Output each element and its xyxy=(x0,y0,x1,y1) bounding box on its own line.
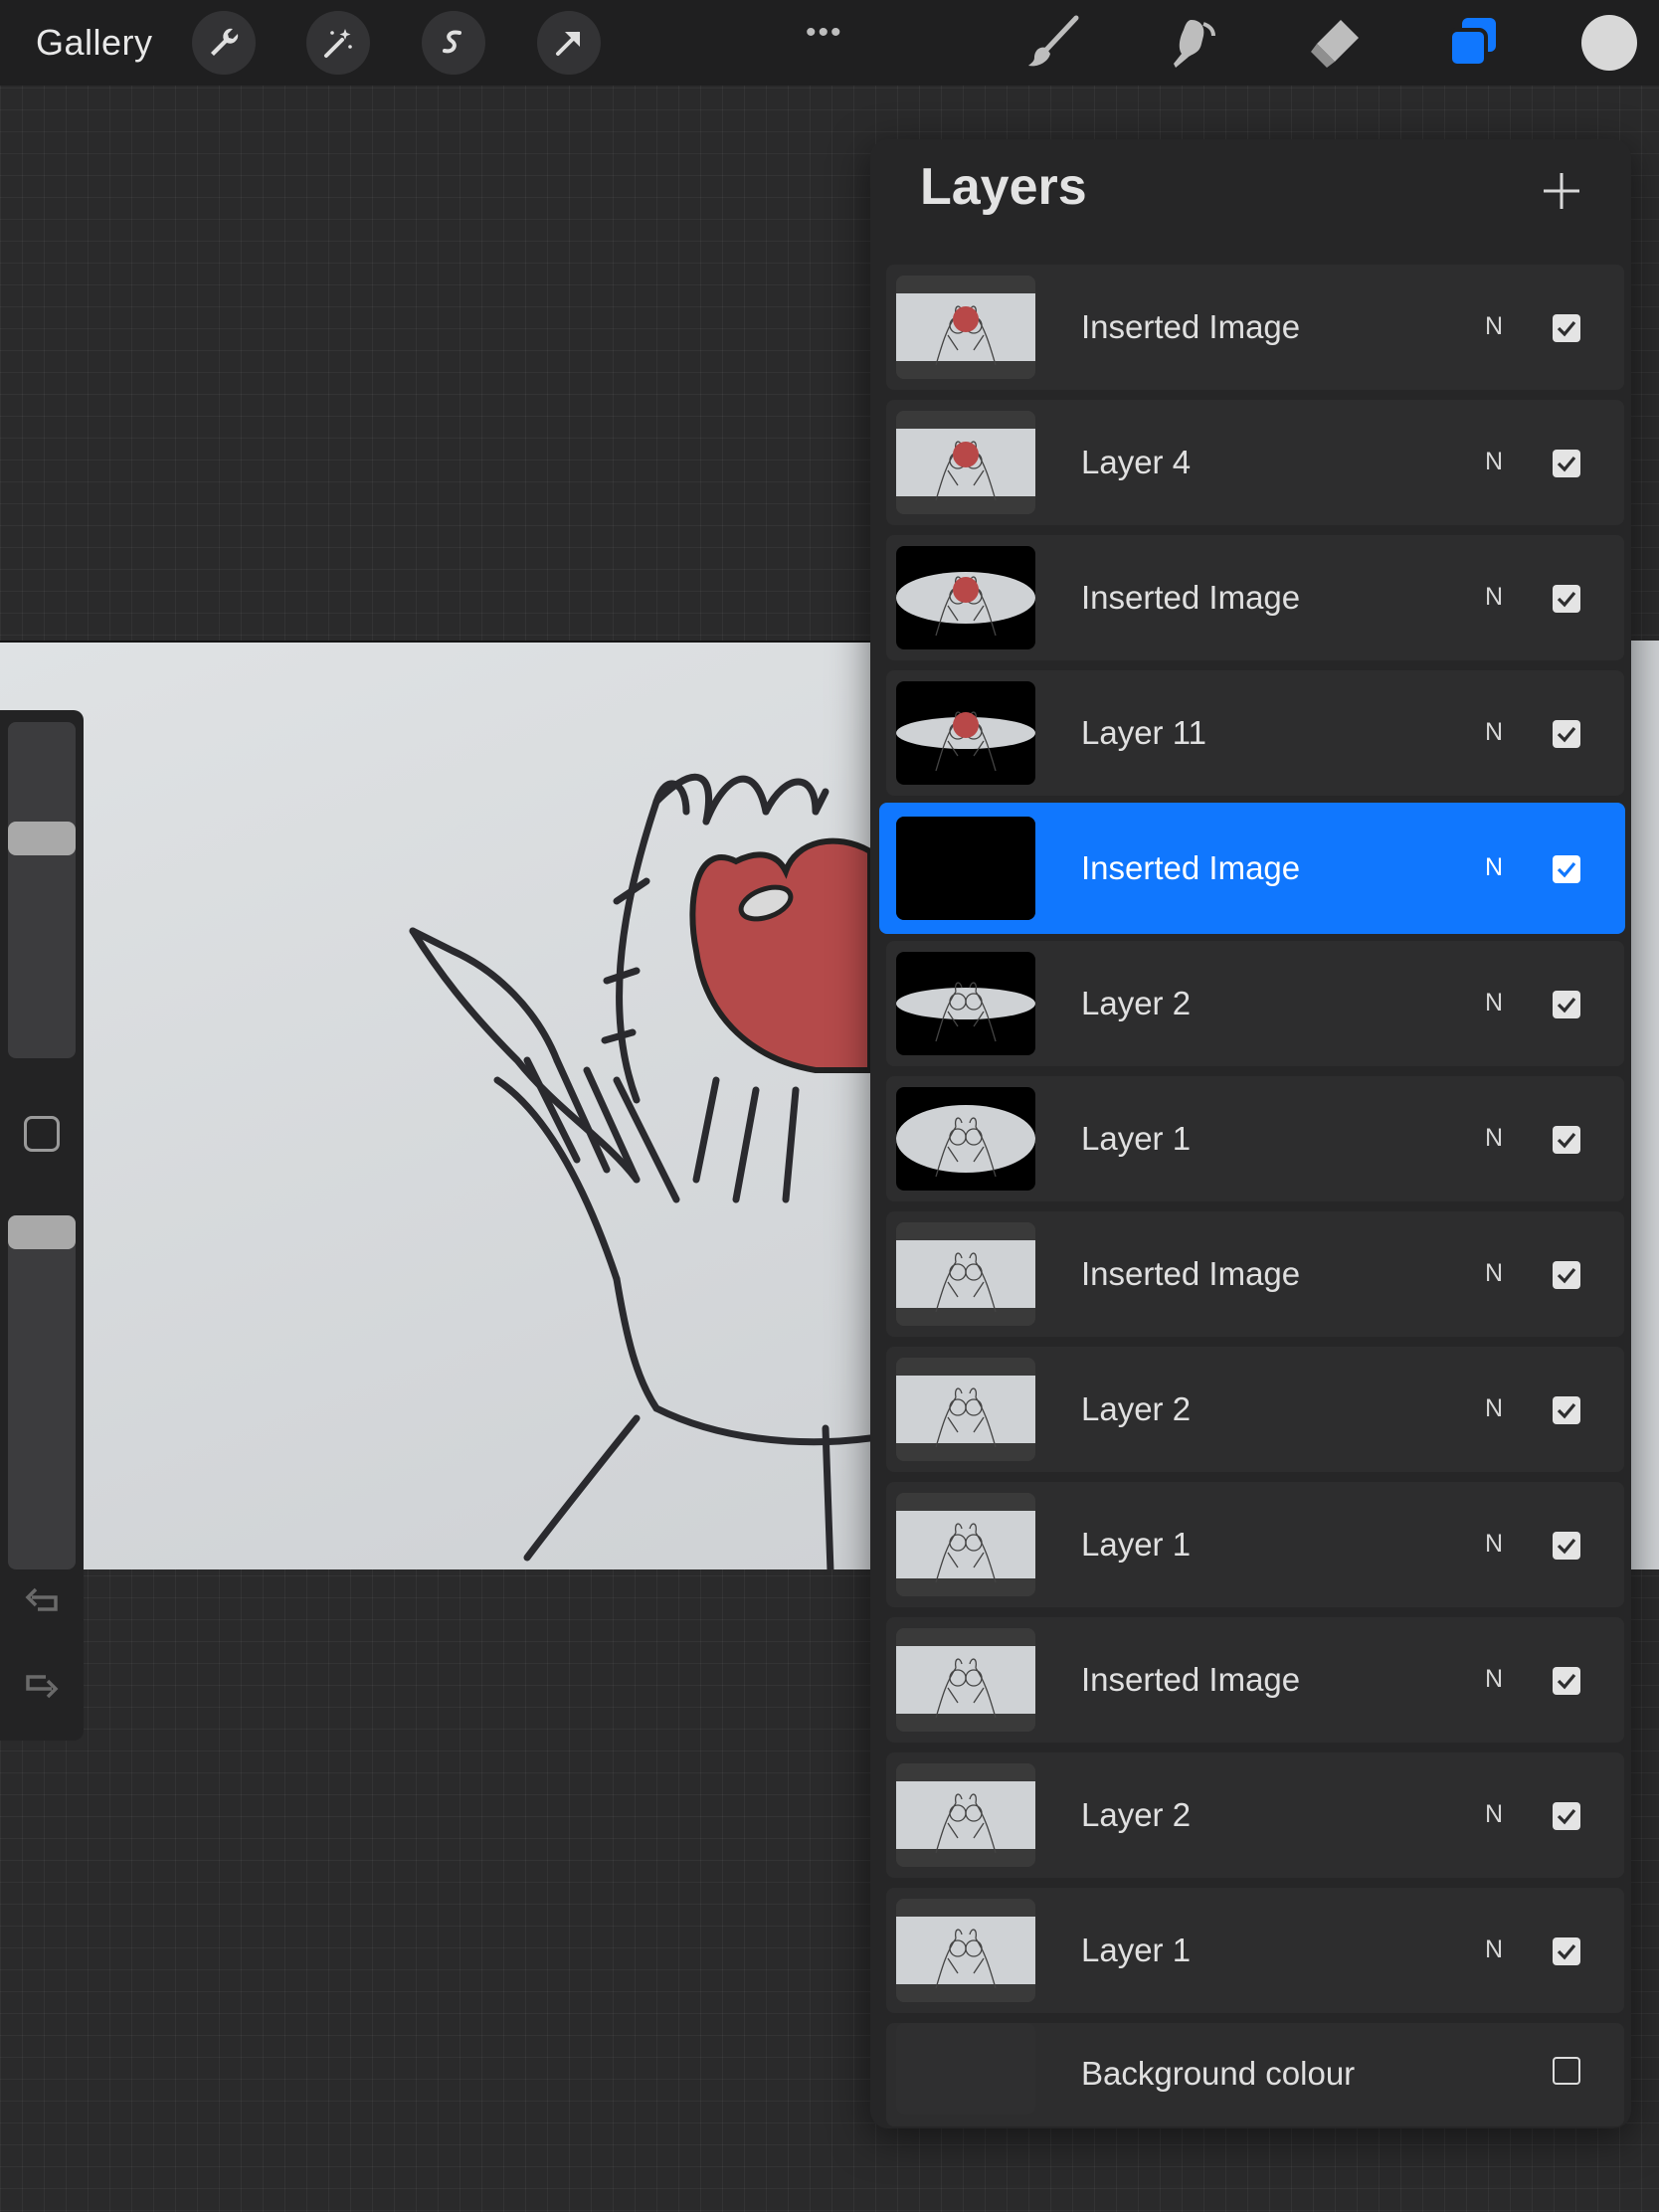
layer-name: Layer 1 xyxy=(1081,1932,1192,1968)
opacity-slider[interactable] xyxy=(8,1215,76,1569)
modifier-button[interactable] xyxy=(24,1116,60,1152)
layer-name: Inserted Image xyxy=(1081,579,1301,616)
layer-row[interactable]: Layer 2 N xyxy=(886,941,1624,1066)
visibility-checkbox[interactable] xyxy=(1553,314,1580,342)
layer-name: Layer 2 xyxy=(1081,1390,1192,1427)
layers-panel-title: Layers xyxy=(920,158,1087,216)
blend-mode-button[interactable]: N xyxy=(1485,583,1503,612)
layer-thumbnail[interactable] xyxy=(896,546,1035,649)
blend-mode-button[interactable]: N xyxy=(1485,1394,1503,1423)
opacity-thumb[interactable] xyxy=(8,1215,76,1249)
visibility-checkbox[interactable] xyxy=(1553,585,1580,613)
blend-mode-button[interactable]: N xyxy=(1485,1530,1503,1559)
layer-thumbnail[interactable] xyxy=(896,817,1035,920)
hand-apple-drawing xyxy=(409,773,870,1569)
layer-name: Layer 1 xyxy=(1081,1526,1192,1563)
brush-size-slider[interactable] xyxy=(8,722,76,1058)
layer-row[interactable]: Layer 11 N xyxy=(886,670,1624,796)
blend-mode-button[interactable]: N xyxy=(1485,1665,1503,1694)
visibility-checkbox[interactable] xyxy=(1553,1667,1580,1695)
layer-row[interactable]: Inserted Image N xyxy=(886,1617,1624,1743)
visibility-checkbox[interactable] xyxy=(1553,2057,1580,2085)
smudge-icon[interactable] xyxy=(1166,14,1223,72)
layer-name: Layer 2 xyxy=(1081,1796,1192,1833)
layer-name: Inserted Image xyxy=(1081,308,1301,345)
layer-thumbnail[interactable] xyxy=(896,1222,1035,1326)
selection-icon xyxy=(443,30,461,54)
redo-icon[interactable] xyxy=(22,1663,62,1703)
blend-mode-button[interactable]: N xyxy=(1485,1936,1503,1964)
layer-name: Layer 4 xyxy=(1081,444,1192,480)
layer-thumbnail[interactable] xyxy=(896,1358,1035,1461)
layer-thumbnail[interactable] xyxy=(896,952,1035,1055)
color-swatch[interactable] xyxy=(1581,15,1637,71)
blend-mode-button[interactable]: N xyxy=(1485,1259,1503,1288)
plus-icon[interactable] xyxy=(1540,169,1583,213)
canvas-edge xyxy=(1631,641,1659,1569)
layer-name: Background colour xyxy=(1081,2055,1356,2092)
layer-row[interactable]: Layer 2 N xyxy=(886,1752,1624,1878)
visibility-checkbox[interactable] xyxy=(1553,720,1580,748)
layer-row[interactable]: Layer 2 N xyxy=(886,1347,1624,1472)
blend-mode-button[interactable]: N xyxy=(1485,448,1503,476)
layer-row[interactable]: Inserted Image N xyxy=(886,1211,1624,1337)
wrench-icon xyxy=(211,28,239,56)
visibility-checkbox[interactable] xyxy=(1553,1261,1580,1289)
top-toolbar: Gallery ••• xyxy=(0,0,1659,86)
blend-mode-button[interactable]: N xyxy=(1485,1124,1503,1153)
background-colour-swatch[interactable] xyxy=(896,2023,1035,2115)
visibility-checkbox[interactable] xyxy=(1553,855,1580,883)
layer-name: Layer 1 xyxy=(1081,1120,1192,1157)
layer-thumbnail[interactable] xyxy=(896,1763,1035,1867)
layers-panel: Layers Inserted Image N Layer 4 N Inserted I… xyxy=(870,139,1631,2128)
layer-row[interactable]: Layer 1 N xyxy=(886,1482,1624,1607)
visibility-checkbox[interactable] xyxy=(1553,1396,1580,1424)
layer-row[interactable]: Inserted Image N xyxy=(879,803,1625,934)
layer-thumbnail[interactable] xyxy=(896,1899,1035,2002)
visibility-checkbox[interactable] xyxy=(1553,1937,1580,1965)
layer-row[interactable]: Layer 1 N xyxy=(886,1076,1624,1201)
layer-thumbnail[interactable] xyxy=(896,411,1035,514)
visibility-checkbox[interactable] xyxy=(1553,1802,1580,1830)
layer-row[interactable]: Layer 4 N xyxy=(886,400,1624,525)
visibility-checkbox[interactable] xyxy=(1553,991,1580,1018)
layer-row[interactable]: Inserted Image N xyxy=(886,265,1624,390)
layer-thumbnail[interactable] xyxy=(896,681,1035,785)
layer-thumbnail[interactable] xyxy=(896,1628,1035,1732)
blend-mode-button[interactable]: N xyxy=(1485,1800,1503,1829)
drawing-canvas[interactable] xyxy=(0,641,870,1569)
transform-arrow-icon xyxy=(556,32,580,56)
layer-name: Inserted Image xyxy=(1081,1661,1301,1698)
layer-name: Inserted Image xyxy=(1081,849,1301,886)
actions-button[interactable] xyxy=(192,11,256,75)
layer-thumbnail[interactable] xyxy=(896,1087,1035,1191)
blend-mode-button[interactable]: N xyxy=(1485,853,1503,882)
visibility-checkbox[interactable] xyxy=(1553,1126,1580,1154)
selection-button[interactable] xyxy=(422,11,485,75)
magic-wand-icon xyxy=(324,29,352,58)
background-colour-row[interactable]: Background colour xyxy=(886,2023,1624,2126)
layer-name: Inserted Image xyxy=(1081,1255,1301,1292)
transform-button[interactable] xyxy=(537,11,601,75)
brush-icon[interactable] xyxy=(1024,14,1082,72)
undo-icon[interactable] xyxy=(22,1583,62,1623)
layer-row[interactable]: Inserted Image N xyxy=(886,535,1624,660)
blend-mode-button[interactable]: N xyxy=(1485,718,1503,747)
gallery-button[interactable]: Gallery xyxy=(36,22,153,64)
eraser-icon[interactable] xyxy=(1305,14,1363,72)
brush-size-thumb[interactable] xyxy=(8,822,76,855)
visibility-checkbox[interactable] xyxy=(1553,1532,1580,1560)
layer-row[interactable]: Layer 1 N xyxy=(886,1888,1624,2013)
blend-mode-button[interactable]: N xyxy=(1485,989,1503,1017)
layers-icon[interactable] xyxy=(1444,14,1502,72)
blend-mode-button[interactable]: N xyxy=(1485,312,1503,341)
adjustments-button[interactable] xyxy=(306,11,370,75)
visibility-checkbox[interactable] xyxy=(1553,450,1580,477)
layer-name: Layer 2 xyxy=(1081,985,1192,1021)
left-sidebar xyxy=(0,710,84,1741)
layer-thumbnail[interactable] xyxy=(896,1493,1035,1596)
layer-thumbnail[interactable] xyxy=(896,276,1035,379)
layer-name: Layer 11 xyxy=(1081,714,1206,751)
more-options-icon[interactable]: ••• xyxy=(806,16,843,50)
